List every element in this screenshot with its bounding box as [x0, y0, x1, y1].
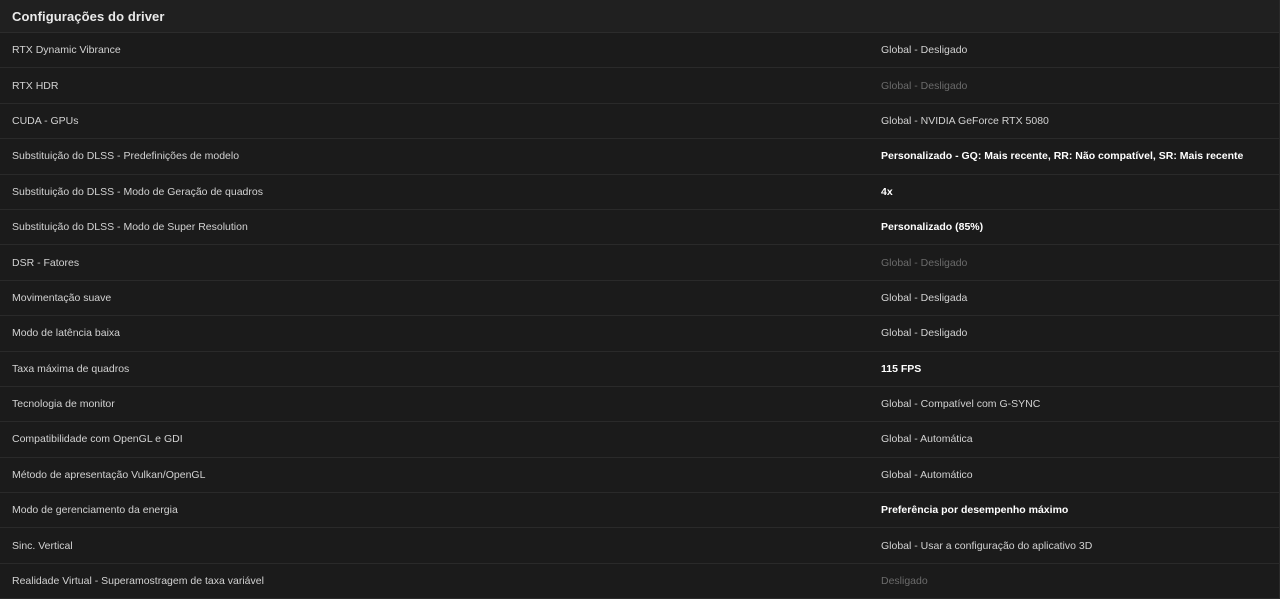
setting-value[interactable]: Personalizado (85%) — [881, 221, 1279, 233]
setting-row[interactable]: DSR - Fatores Global - Desligado — [0, 245, 1279, 281]
settings-list: RTX Dynamic Vibrance Global - Desligado RT… — [0, 33, 1279, 599]
setting-row[interactable]: Modo de gerenciamento da energia Preferên… — [0, 493, 1279, 529]
panel-title: Configurações do driver — [12, 8, 165, 24]
setting-label: Substituição do DLSS - Predefinições de … — [12, 150, 240, 163]
setting-label: Substituição do DLSS - Modo de Geração d… — [12, 185, 263, 198]
setting-value[interactable]: Preferência por desempenho máximo — [881, 504, 1279, 516]
setting-label: Modo de gerenciamento da energia — [12, 504, 178, 517]
setting-value[interactable]: 115 FPS — [881, 363, 1279, 375]
setting-label: Movimentação suave — [12, 291, 112, 304]
setting-row[interactable]: Substituição do DLSS - Predefinições de … — [0, 139, 1279, 175]
setting-label: CUDA - GPUs — [12, 114, 79, 127]
setting-value[interactable]: Global - Desligado — [881, 44, 1279, 56]
setting-row[interactable]: Método de apresentação Vulkan/OpenGL Glob… — [0, 457, 1279, 494]
setting-label: Método de apresentação Vulkan/OpenGL — [12, 468, 206, 481]
setting-value[interactable]: Global - Compatível com G-SYNC — [881, 398, 1279, 410]
setting-row[interactable]: Substituição do DLSS - Modo de Super Res… — [0, 209, 1279, 246]
setting-row[interactable]: Compatibilidade com OpenGL e GDI Global -… — [0, 422, 1279, 458]
setting-value[interactable]: Global - Usar a configuração do aplicati… — [881, 540, 1279, 552]
setting-label: Realidade Virtual - Superamostragem de t… — [12, 575, 264, 588]
setting-value[interactable]: Global - Desligado — [881, 327, 1279, 339]
setting-value[interactable]: Global - Desligada — [881, 292, 1279, 304]
setting-row[interactable]: Tecnologia de monitor Global - Compatível… — [0, 386, 1279, 423]
setting-label: DSR - Fatores — [12, 256, 80, 269]
setting-row[interactable]: Movimentação suave Global - Desligada — [0, 280, 1279, 317]
setting-label: RTX Dynamic Vibrance — [12, 44, 121, 57]
setting-value[interactable]: Global - Desligado — [881, 80, 1279, 92]
setting-row[interactable]: CUDA - GPUs Global - NVIDIA GeForce RTX 5… — [0, 103, 1279, 140]
setting-label: Substituição do DLSS - Modo de Super Res… — [12, 221, 248, 234]
driver-settings-panel: Configurações do driver RTX Dynamic Vibr… — [0, 0, 1280, 599]
setting-value[interactable]: Global - NVIDIA GeForce RTX 5080 — [881, 115, 1279, 127]
setting-row[interactable]: RTX HDR Global - Desligado — [0, 68, 1279, 104]
panel-header: Configurações do driver — [0, 0, 1279, 33]
setting-label: Modo de latência baixa — [12, 327, 120, 340]
setting-value[interactable]: Desligado — [881, 575, 1279, 587]
setting-label: Taxa máxima de quadros — [12, 362, 130, 375]
setting-label: Tecnologia de monitor — [12, 398, 115, 411]
setting-row[interactable]: Substituição do DLSS - Modo de Geração d… — [0, 174, 1279, 210]
setting-value[interactable]: Global - Automática — [881, 433, 1279, 445]
setting-value[interactable]: Global - Automático — [881, 469, 1279, 481]
setting-value[interactable]: Personalizado - GQ: Mais recente, RR: Nã… — [881, 150, 1279, 162]
setting-row[interactable]: Modo de latência baixa Global - Desligado — [0, 316, 1279, 352]
setting-label: Compatibilidade com OpenGL e GDI — [12, 433, 183, 446]
setting-row[interactable]: RTX Dynamic Vibrance Global - Desligado — [0, 33, 1279, 69]
setting-row[interactable]: Taxa máxima de quadros 115 FPS — [0, 351, 1279, 387]
setting-value[interactable]: Global - Desligado — [881, 257, 1279, 269]
setting-label: Sinc. Vertical — [12, 539, 73, 552]
setting-value[interactable]: 4x — [881, 186, 1279, 198]
setting-label: RTX HDR — [12, 79, 59, 92]
setting-row[interactable]: Sinc. Vertical Global - Usar a configuraç… — [0, 528, 1279, 564]
setting-row[interactable]: Realidade Virtual - Superamostragem de t… — [0, 563, 1279, 599]
